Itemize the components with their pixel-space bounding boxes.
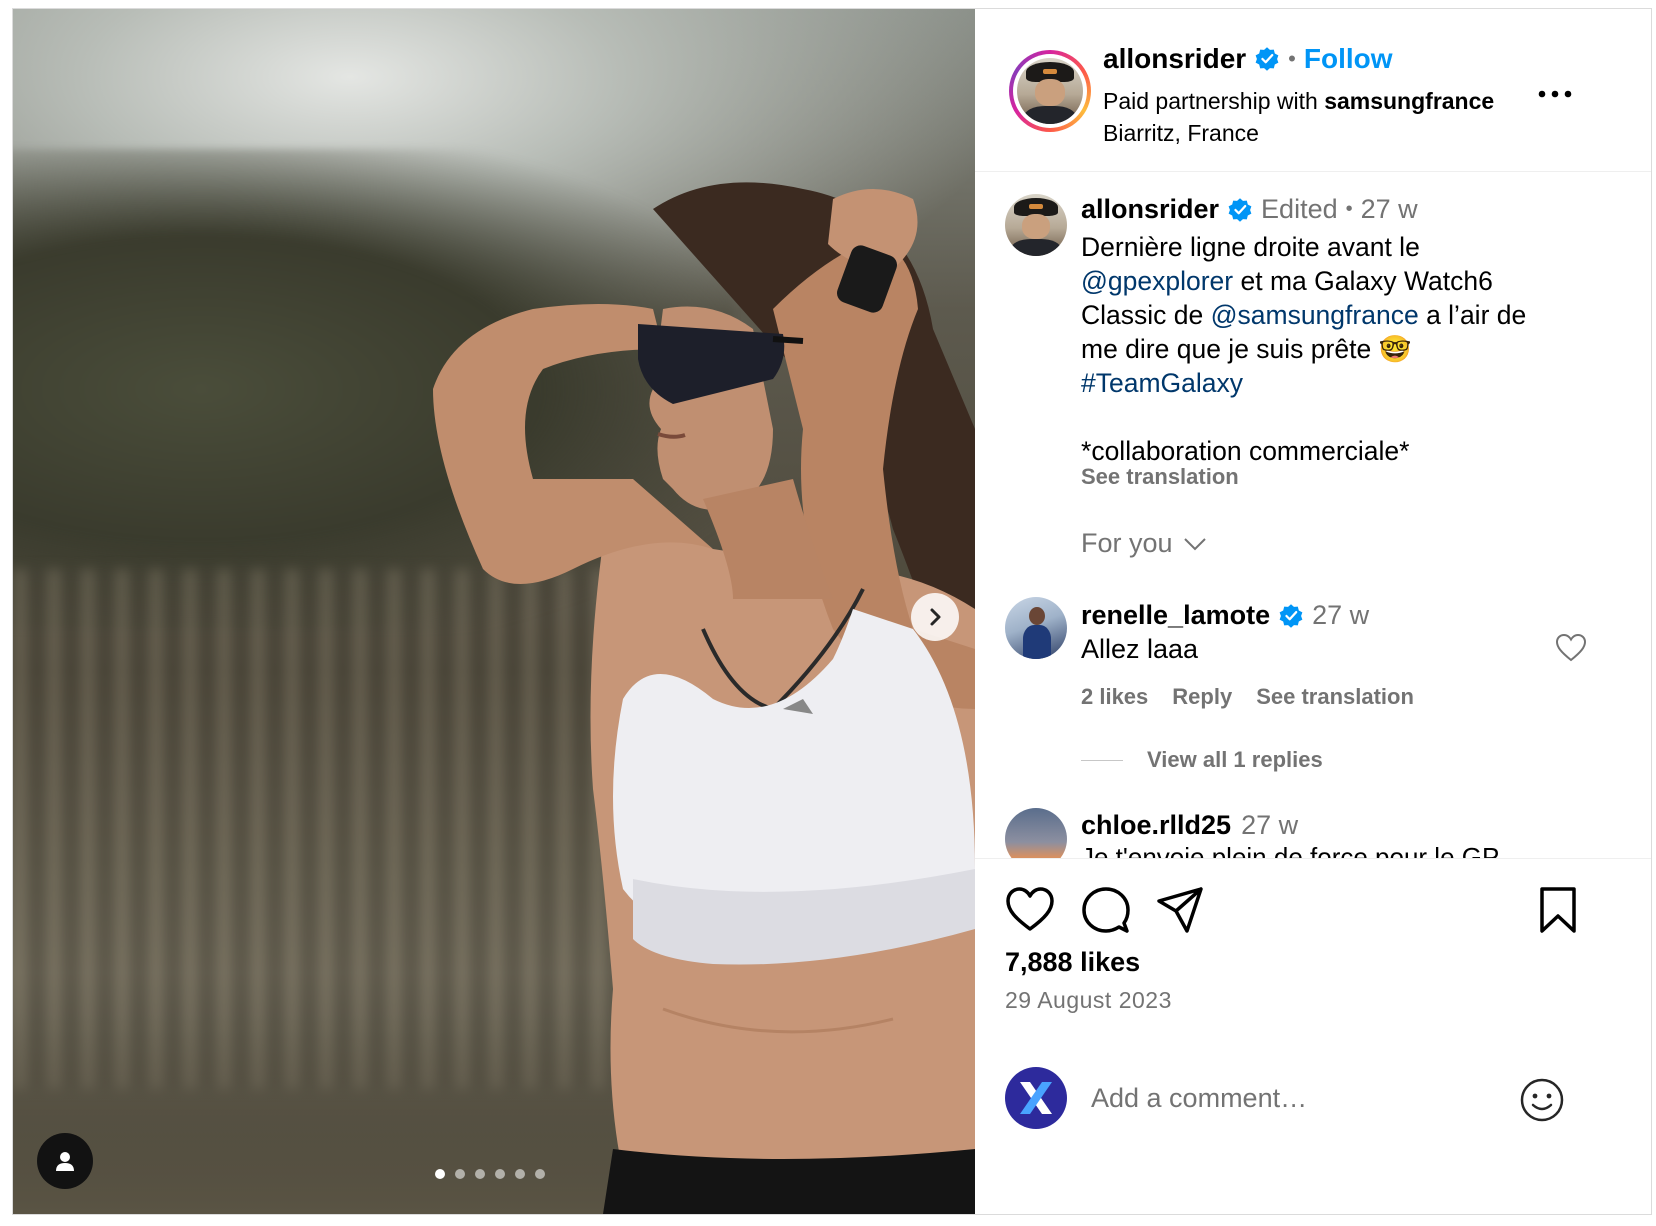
post-header: allonsrider • Follow Paid partnership wi… [975, 9, 1651, 172]
comment-timestamp[interactable]: 27 w [1312, 600, 1369, 631]
current-user-avatar[interactable] [1005, 1067, 1067, 1129]
heart-icon[interactable] [1005, 885, 1055, 935]
user-tag-icon [56, 1152, 74, 1171]
emoji-icon[interactable] [1519, 1077, 1565, 1123]
comment-text: Allez laaa [1081, 634, 1199, 664]
comment-filter-dropdown[interactable]: For you [1081, 528, 1207, 559]
comment-timestamp[interactable]: 27 w [1241, 810, 1298, 841]
heart-icon[interactable] [1555, 632, 1587, 664]
caption-line: #TeamGalaxy [1081, 366, 1581, 400]
comments-list[interactable]: allonsrider Edited • 27 w Dernière ligne… [975, 172, 1651, 858]
carousel-dot [475, 1169, 485, 1179]
more-options-button[interactable] [1533, 79, 1577, 109]
post-side-panel: allonsrider • Follow Paid partnership wi… [975, 9, 1651, 1214]
author-username[interactable]: allonsrider [1103, 43, 1246, 75]
verified-badge-icon [1228, 197, 1252, 222]
add-comment-input[interactable] [1091, 1083, 1491, 1114]
commenter-avatar[interactable] [1005, 808, 1067, 858]
post-subtitle: Paid partnership with samsungfrance Biar… [1103, 85, 1494, 149]
separator: • [1288, 46, 1296, 71]
paid-partnership-line: Paid partnership with samsungfrance [1103, 85, 1494, 117]
comment-likes[interactable]: 2 likes [1081, 684, 1148, 710]
bookmark-icon[interactable] [1533, 885, 1583, 935]
edited-label: Edited [1261, 194, 1338, 224]
next-photo-button[interactable] [911, 593, 959, 641]
view-replies-button[interactable]: View all 1 replies [1081, 747, 1323, 773]
comment-text: Je t'envoie plein de force pour le GP [1081, 842, 1500, 858]
post-date[interactable]: 29 August 2023 [1005, 987, 1172, 1014]
reply-button[interactable]: Reply [1172, 684, 1232, 710]
post-actions: 7,888 likes 29 August 2023 [975, 858, 1651, 1214]
caption-line: Classic de @samsungfrance a l’air de [1081, 300, 1527, 330]
tagged-users-button[interactable] [37, 1133, 93, 1189]
carousel-indicator [435, 1169, 545, 1179]
partner-link[interactable]: samsungfrance [1324, 88, 1494, 114]
comment-icon[interactable] [1081, 885, 1131, 935]
author-line: allonsrider • Follow [1103, 43, 1393, 75]
partnership-prefix: Paid partnership with [1103, 88, 1318, 114]
caption-line: Dernière ligne droite avant le [1081, 232, 1420, 262]
follow-button[interactable]: Follow [1304, 43, 1393, 75]
location-link[interactable]: Biarritz, France [1103, 117, 1494, 149]
account-logo-icon [1020, 1082, 1052, 1114]
mention-link[interactable]: @gpexplorer [1081, 266, 1233, 296]
caption-username[interactable]: allonsrider [1081, 194, 1219, 225]
caption-line: me dire que je suis prête 🤓 [1081, 334, 1412, 364]
caption-timestamp[interactable]: 27 w [1361, 194, 1418, 225]
view-replies-label: View all 1 replies [1147, 747, 1323, 772]
commenter-avatar[interactable] [1005, 597, 1067, 659]
caption-text: Dernière ligne droite avant le @gpexplor… [1081, 230, 1581, 468]
verified-badge-icon [1255, 47, 1279, 71]
post-dialog: allonsrider • Follow Paid partnership wi… [12, 8, 1652, 1215]
filter-label: For you [1081, 528, 1173, 558]
share-icon[interactable] [1155, 885, 1205, 935]
likes-count[interactable]: 7,888 likes [1005, 947, 1140, 978]
more-options-icon [1538, 90, 1572, 98]
comment-meta: 2 likes Reply See translation [1081, 684, 1414, 710]
verified-badge-icon [1279, 603, 1303, 628]
comment-username[interactable]: chloe.rlld25 [1081, 810, 1231, 841]
carousel-dot [495, 1169, 505, 1179]
carousel-dot [435, 1169, 445, 1179]
caption-footer: *collaboration commerciale* [1081, 436, 1410, 466]
caption-author-avatar[interactable] [1005, 194, 1067, 256]
author-avatar-story-ring[interactable] [1009, 50, 1091, 132]
separator: • [1345, 198, 1353, 220]
chevron-down-icon [1183, 537, 1206, 550]
athlete-figure [433, 182, 975, 1214]
caption-line: @gpexplorer et ma Galaxy Watch6 [1081, 266, 1493, 296]
avatar [1017, 58, 1083, 124]
carousel-dot [455, 1169, 465, 1179]
carousel-dot [515, 1169, 525, 1179]
comment-username[interactable]: renelle_lamote [1081, 600, 1270, 631]
post-photo [13, 9, 975, 1214]
see-translation-button[interactable]: See translation [1081, 464, 1239, 490]
comment-header: chloe.rlld25 27 w [1081, 810, 1298, 841]
carousel-dot [535, 1169, 545, 1179]
comment-header: renelle_lamote 27 w [1081, 600, 1369, 631]
chevron-right-icon [930, 608, 941, 626]
mention-link[interactable]: @samsungfrance [1211, 300, 1419, 330]
hashtag-link[interactable]: #TeamGalaxy [1081, 368, 1243, 398]
caption-header: allonsrider Edited • 27 w [1081, 194, 1418, 225]
see-translation-button[interactable]: See translation [1256, 684, 1414, 710]
